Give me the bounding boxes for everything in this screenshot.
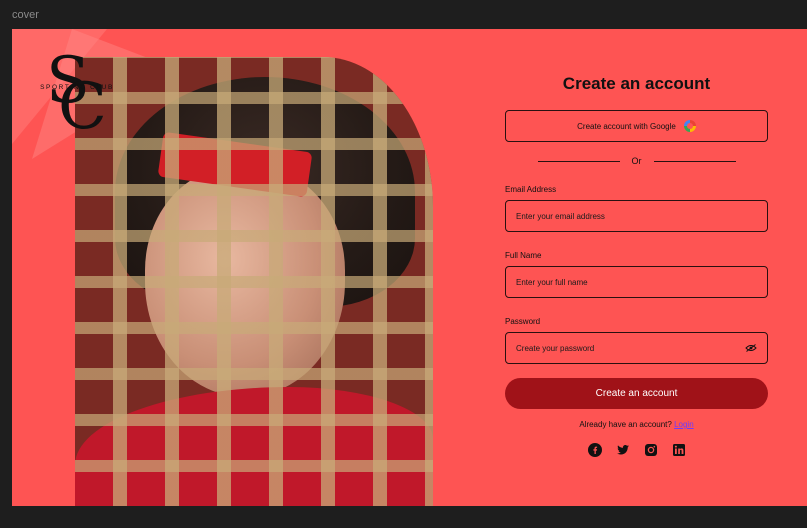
- net-overlay: [75, 57, 433, 506]
- create-account-button[interactable]: Create an account: [505, 378, 768, 409]
- or-divider: Or: [505, 156, 768, 166]
- google-icon: [683, 120, 696, 132]
- hero-photo: [75, 57, 433, 506]
- signup-form: Create an account Create account with Go…: [505, 74, 768, 457]
- signin-prompt: Already have an account? Login: [505, 420, 768, 429]
- divider-line-right: [653, 160, 736, 162]
- email-field[interactable]: [516, 211, 716, 221]
- eye-off-icon[interactable]: [745, 344, 757, 352]
- frame-label: cover: [12, 9, 39, 21]
- google-signup-label: Create account with Google: [577, 121, 676, 131]
- google-signup-button[interactable]: Create account with Google: [505, 110, 768, 142]
- form-title: Create an account: [562, 74, 711, 93]
- logo-tagline: SPORTING CLUB: [40, 84, 114, 91]
- password-label: Password: [505, 317, 541, 326]
- sporting-club-logo: S C SPORTING CLUB: [28, 49, 128, 139]
- facebook-icon[interactable]: [587, 443, 602, 457]
- fullname-field-wrapper: [505, 266, 768, 298]
- twitter-icon[interactable]: [616, 443, 630, 457]
- social-links: [505, 443, 768, 457]
- divider-text: Or: [631, 156, 642, 166]
- password-field[interactable]: [516, 343, 716, 353]
- signin-text: Already have an account?: [579, 420, 672, 429]
- fullname-field[interactable]: [516, 277, 716, 287]
- artboard: S C SPORTING CLUB Create an account Crea…: [12, 29, 807, 506]
- divider-line-left: [537, 160, 620, 162]
- fullname-label: Full Name: [505, 251, 542, 260]
- email-label: Email Address: [505, 185, 557, 194]
- login-link[interactable]: Login: [674, 420, 694, 429]
- password-field-wrapper: [505, 332, 768, 364]
- instagram-icon[interactable]: [644, 443, 658, 457]
- email-field-wrapper: [505, 200, 768, 232]
- linkedin-icon[interactable]: [672, 443, 686, 457]
